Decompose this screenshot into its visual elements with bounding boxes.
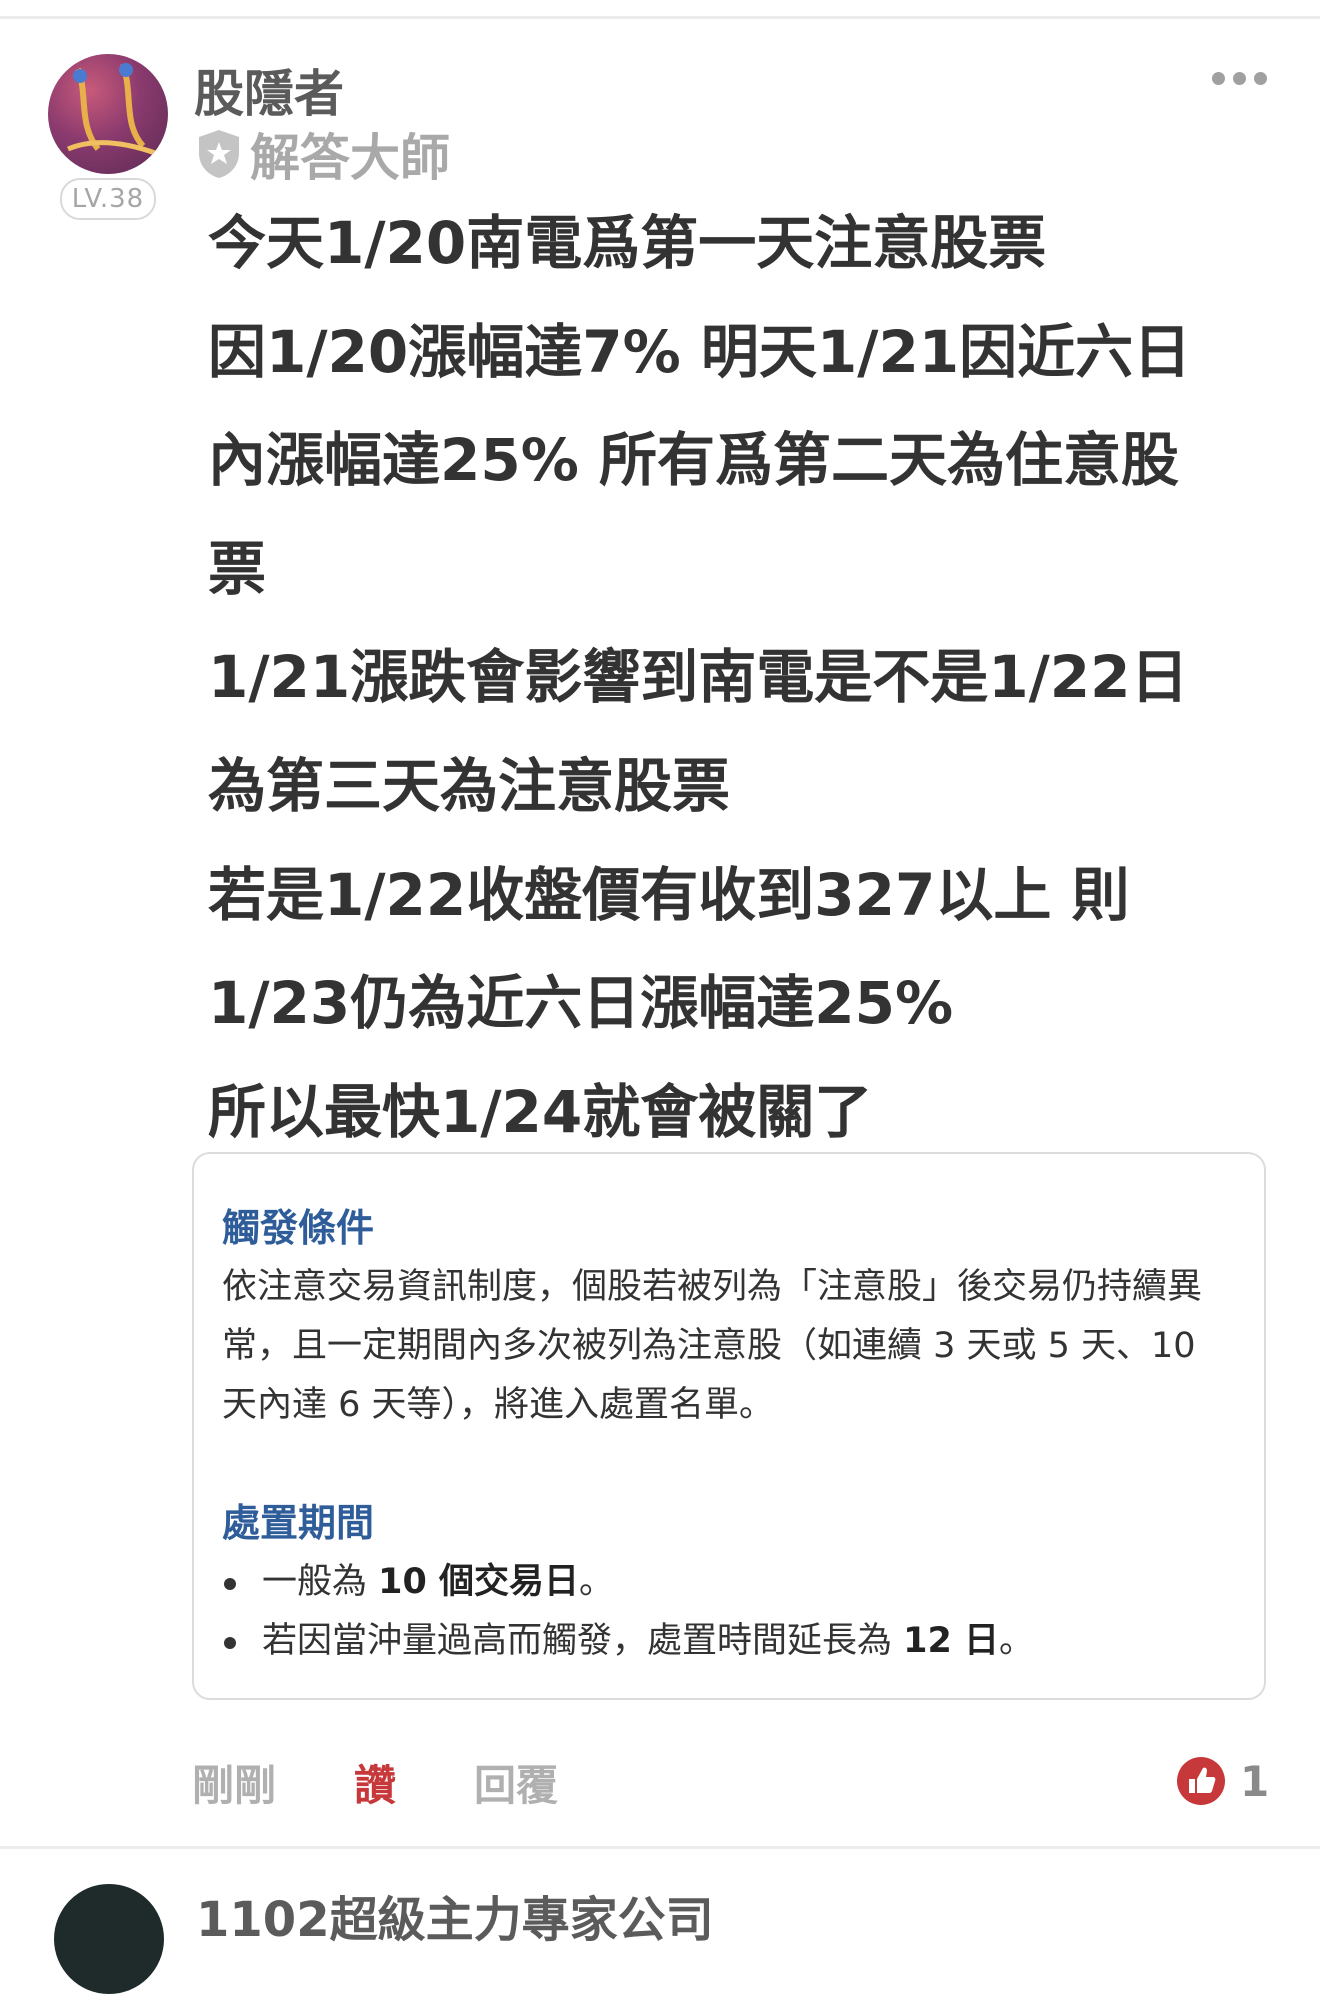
post-line: 為第三天為注意股票 <box>208 751 731 820</box>
bottom-divider <box>0 1846 1320 1849</box>
bullet-text: 。 <box>999 1621 1035 1661</box>
reply-button[interactable]: 回覆 <box>474 1752 558 1813</box>
period-list: 一般為 10 個交易日。 若因當沖量過高而觸發，處置時間延長為 12 日。 <box>222 1553 1238 1671</box>
post-line: 今天1/20南電爲第一天注意股票 <box>208 209 1047 277</box>
like-summary[interactable]: 1 <box>1176 1756 1269 1806</box>
author-name[interactable]: 股隱者 <box>194 54 344 126</box>
trigger-text: 依注意交易資訊制度，個股若被列為「注意股」後交易仍持續異常，且一定期間內多次被列… <box>222 1267 1203 1425</box>
list-item: 一般為 10 個交易日。 <box>222 1553 1238 1612</box>
post-line: 1/21漲跌會影響到南電是不是1/22日 <box>208 643 1189 712</box>
more-horizontal-icon[interactable] <box>1212 72 1267 85</box>
next-author-name[interactable]: 1102超級主力專家公司 <box>196 1880 714 1950</box>
post-timestamp: 剛剛 <box>192 1760 277 1810</box>
like-button[interactable]: 讚 <box>354 1752 396 1813</box>
bullet-text: 。 <box>579 1562 615 1602</box>
bullet-bold-text: 10 個交易日 <box>378 1562 580 1602</box>
post-actions: 剛剛 讚 回覆 <box>192 1752 636 1812</box>
author-avatar-block[interactable]: LV.38 <box>48 54 168 220</box>
post-body: 今天1/20南電爲第一天注意股票 因1/20漲幅達7% 明天1/21因近六日 內… <box>208 198 1268 1175</box>
bullet-text: 一般為 <box>262 1562 379 1602</box>
top-divider <box>0 16 1320 19</box>
bullet-bold-text: 12 日 <box>903 1621 1000 1661</box>
info-card: 觸發條件 依注意交易資訊制度，個股若被列為「注意股」後交易仍持續異常，且一定期間… <box>192 1152 1266 1700</box>
post-line: 內漲幅達25% 所有爲第二天為住意股 <box>208 426 1180 495</box>
thumbs-up-icon <box>1177 1757 1225 1805</box>
post-line: 1/23仍為近六日漲幅達25% <box>208 969 954 1038</box>
list-item: 若因當沖量過高而觸發，處置時間延長為 12 日。 <box>222 1612 1238 1671</box>
shield-icon <box>199 130 239 178</box>
post-line: 票 <box>208 534 267 603</box>
period-heading: 處置期間 <box>222 1501 375 1545</box>
bullet-text: 若因當沖量過高而觸發，處置時間延長為 <box>262 1621 904 1661</box>
author-title-row: 解答大師 <box>196 118 450 190</box>
post-line: 因1/20漲幅達7% 明天1/21因近六日 <box>208 317 1192 386</box>
level-badge: LV.38 <box>59 178 157 220</box>
avatar[interactable] <box>48 54 168 174</box>
avatar-image-icon <box>67 63 159 157</box>
author-title: 解答大師 <box>250 129 450 187</box>
trigger-heading: 觸發條件 <box>222 1206 375 1250</box>
post-line: 若是1/22收盤價有收到327以上 則 <box>208 860 1130 929</box>
like-count: 1 <box>1240 1756 1270 1806</box>
